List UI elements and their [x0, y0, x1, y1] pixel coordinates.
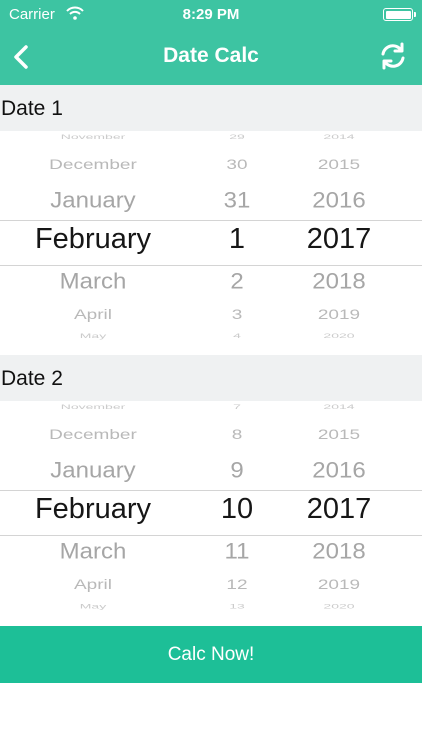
nav-bar: Date Calc	[0, 30, 422, 85]
date1-day-wheel[interactable]: 29 30 31 1 2 3 4	[206, 131, 268, 355]
picker-option[interactable]: 7	[206, 403, 268, 410]
picker-option[interactable]: 2014	[288, 133, 390, 140]
picker-option-selected[interactable]: 1	[206, 223, 268, 256]
date2-picker[interactable]: November December January February March…	[0, 401, 422, 625]
picker-option-selected[interactable]: 2017	[288, 493, 390, 526]
picker-option-selected[interactable]: 10	[206, 493, 268, 526]
picker-option[interactable]: 8	[206, 427, 268, 444]
picker-option[interactable]: 2019	[288, 577, 390, 594]
picker-option-selected[interactable]: February	[24, 223, 162, 256]
picker-option[interactable]: 2	[206, 269, 268, 295]
refresh-icon[interactable]	[376, 39, 410, 73]
date1-label: Date 1	[1, 97, 63, 120]
date2-day-wheel[interactable]: 7 8 9 10 11 12 13	[206, 401, 268, 625]
date1-month-wheel[interactable]: November December January February March…	[24, 131, 162, 355]
page-title: Date Calc	[163, 44, 259, 67]
picker-option[interactable]: 13	[206, 602, 268, 609]
picker-option[interactable]: November	[24, 133, 162, 140]
picker-option[interactable]: March	[24, 539, 162, 565]
picker-option[interactable]: January	[24, 188, 162, 214]
picker-option-selected[interactable]: 2017	[288, 223, 390, 256]
picker-option[interactable]: 2020	[288, 332, 390, 339]
picker-option-selected[interactable]: February	[24, 493, 162, 526]
picker-option[interactable]: 2020	[288, 602, 390, 609]
date2-label: Date 2	[1, 367, 63, 390]
calc-now-button[interactable]: Calc Now!	[0, 626, 422, 683]
picker-option[interactable]: November	[24, 403, 162, 410]
picker-option[interactable]: 2019	[288, 307, 390, 324]
picker-option[interactable]: 3	[206, 307, 268, 324]
picker-option[interactable]: April	[24, 577, 162, 594]
picker-option[interactable]: May	[24, 602, 162, 609]
picker-option[interactable]: December	[24, 427, 162, 444]
date1-year-wheel[interactable]: 2014 2015 2016 2017 2018 2019 2020	[288, 131, 390, 355]
picker-option[interactable]: 9	[206, 458, 268, 484]
picker-option[interactable]: 2018	[288, 269, 390, 295]
picker-option[interactable]: 30	[206, 157, 268, 174]
date1-header: Date 1	[0, 85, 422, 131]
date2-month-wheel[interactable]: November December January February March…	[24, 401, 162, 625]
battery-icon	[383, 8, 416, 21]
picker-option[interactable]: 2015	[288, 427, 390, 444]
clock-time: 8:29 PM	[182, 6, 240, 23]
picker-option[interactable]: May	[24, 332, 162, 339]
picker-option[interactable]: 4	[206, 332, 268, 339]
picker-option[interactable]: March	[24, 269, 162, 295]
picker-option[interactable]: 2016	[288, 458, 390, 484]
picker-option[interactable]: 29	[206, 133, 268, 140]
picker-option[interactable]: 11	[206, 539, 268, 565]
picker-option[interactable]: 2015	[288, 157, 390, 174]
date2-year-wheel[interactable]: 2014 2015 2016 2017 2018 2019 2020	[288, 401, 390, 625]
status-bar: Carrier 8:29 PM	[0, 0, 422, 30]
date1-picker[interactable]: November December January February March…	[0, 131, 422, 355]
picker-option[interactable]: 2018	[288, 539, 390, 565]
picker-option[interactable]: April	[24, 307, 162, 324]
picker-option[interactable]: December	[24, 157, 162, 174]
picker-option[interactable]: 2016	[288, 188, 390, 214]
picker-option[interactable]: January	[24, 458, 162, 484]
picker-option[interactable]: 12	[206, 577, 268, 594]
picker-option[interactable]: 2014	[288, 403, 390, 410]
picker-option[interactable]: 31	[206, 188, 268, 214]
date2-header: Date 2	[0, 355, 422, 401]
